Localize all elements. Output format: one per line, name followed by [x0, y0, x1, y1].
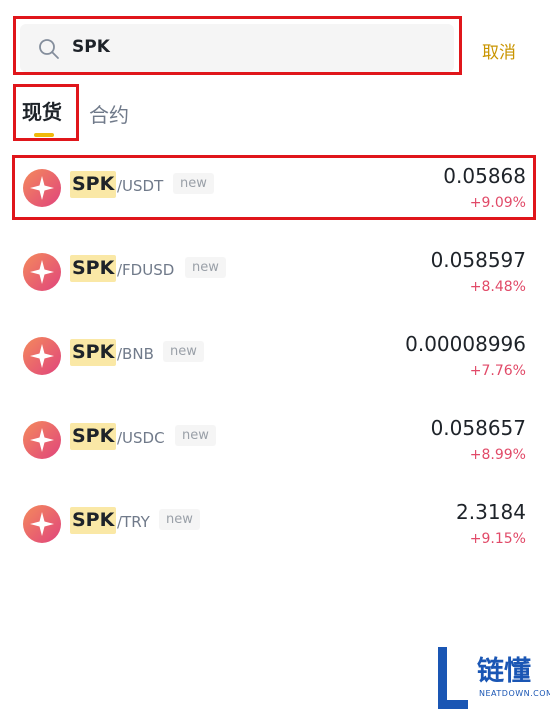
- spk-coin-icon: [23, 253, 61, 291]
- price: 0.058657: [430, 416, 526, 440]
- tab-highlight-box: [13, 84, 79, 141]
- row-highlight-box: [12, 155, 536, 220]
- watermark-subtext: NEATDOWN.COM: [479, 689, 550, 698]
- base-asset: SPK: [70, 423, 117, 450]
- watermark: 链懂 NEATDOWN.COM: [436, 645, 550, 713]
- quote-asset: /TRY: [117, 513, 150, 531]
- price-change: +8.99%: [469, 447, 526, 463]
- new-tag: new: [159, 509, 200, 530]
- pair-row[interactable]: SPK /TRY new 2.3184 +9.15%: [0, 492, 550, 576]
- search-highlight-box: [13, 16, 462, 75]
- cancel-button[interactable]: 取消: [482, 38, 516, 63]
- price-change: +8.48%: [469, 279, 526, 295]
- pair-row[interactable]: SPK /BNB new 0.00008996 +7.76%: [0, 324, 550, 408]
- quote-asset: /BNB: [117, 345, 154, 363]
- base-asset: SPK: [70, 507, 117, 534]
- pair-row[interactable]: SPK /USDC new 0.058657 +8.99%: [0, 408, 550, 492]
- new-tag: new: [185, 257, 226, 278]
- watermark-text: 链懂: [477, 656, 531, 687]
- spk-coin-icon: [23, 505, 61, 543]
- base-asset: SPK: [70, 255, 117, 282]
- price: 0.058597: [430, 248, 526, 272]
- spk-coin-icon: [23, 337, 61, 375]
- price-change: +9.15%: [469, 531, 526, 547]
- new-tag: new: [175, 425, 216, 446]
- price-change: +7.76%: [469, 363, 526, 379]
- price: 2.3184: [456, 500, 526, 524]
- quote-asset: /USDC: [117, 429, 165, 447]
- price: 0.00008996: [405, 332, 526, 356]
- pair-row[interactable]: SPK /FDUSD new 0.058597 +8.48%: [0, 240, 550, 324]
- tab-futures[interactable]: 合约: [89, 99, 129, 128]
- quote-asset: /FDUSD: [117, 261, 175, 279]
- spk-coin-icon: [23, 421, 61, 459]
- watermark-logo-icon: [438, 647, 468, 709]
- base-asset: SPK: [70, 339, 117, 366]
- new-tag: new: [163, 341, 204, 362]
